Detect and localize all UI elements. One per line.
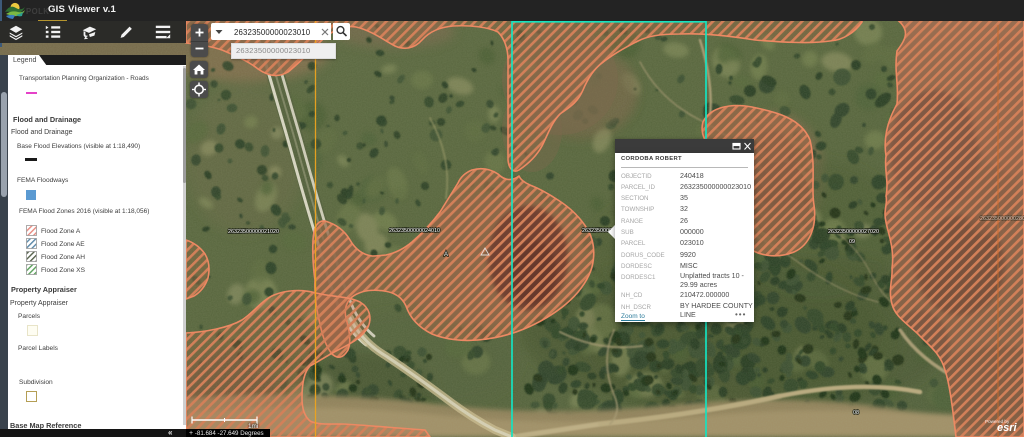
svg-text:08: 08	[853, 410, 859, 416]
svg-text:26323500000024010: 26323500000024010	[389, 228, 440, 234]
svg-text:26323500000027020: 26323500000027020	[828, 229, 879, 235]
svg-text:A: A	[444, 252, 448, 258]
svg-text:26323500000028010: 26323500000028010	[980, 216, 1024, 222]
svg-text:26323500000021020: 26323500000021020	[228, 229, 279, 235]
svg-text:09: 09	[849, 239, 855, 245]
